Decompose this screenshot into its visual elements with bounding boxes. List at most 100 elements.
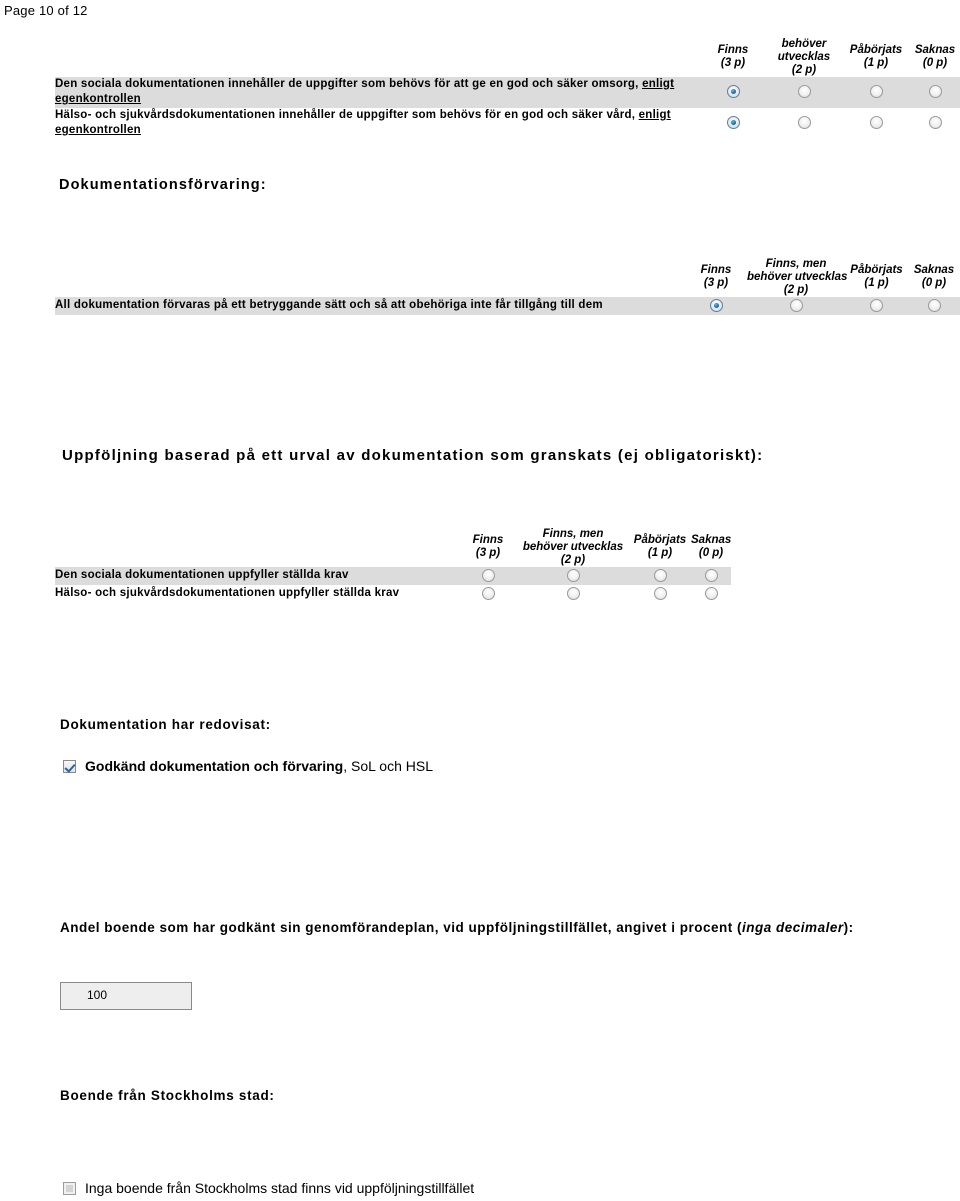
percentage-input[interactable]: 100 bbox=[60, 982, 192, 1010]
question-text-part1: Andel boende som har godkänt sin genomfö… bbox=[60, 920, 743, 935]
column-header-label-line1: Finns, men bbox=[765, 258, 827, 270]
radio-cell-paborjats[interactable] bbox=[629, 585, 691, 603]
radio-cell-saknas[interactable] bbox=[691, 567, 731, 585]
checkbox-godkand-dokumentation[interactable] bbox=[63, 760, 76, 773]
column-header-finns: Finns (3 p) bbox=[685, 258, 747, 297]
column-header-saknas: Saknas (0 p) bbox=[691, 528, 731, 567]
column-header-label: behöver utvecklas bbox=[777, 38, 831, 63]
checkbox-label: Inga boende från Stockholms stad finns v… bbox=[85, 1180, 475, 1196]
radio-paborjats[interactable] bbox=[869, 85, 883, 99]
radio-saknas[interactable] bbox=[928, 116, 942, 130]
column-header-label: Finns bbox=[717, 44, 749, 57]
radio-saknas[interactable] bbox=[927, 298, 941, 312]
radio-cell-paborjats[interactable] bbox=[629, 567, 691, 585]
table-row: All dokumentation förvaras på ett betryg… bbox=[55, 296, 960, 315]
table-row: Hälso- och sjukvårdsdokumentationen uppf… bbox=[55, 585, 731, 603]
radio-cell-behover-utvecklas[interactable] bbox=[517, 585, 629, 603]
column-header-paborjats: Påbörjats (1 p) bbox=[845, 258, 908, 297]
checkbox-inga-boende[interactable] bbox=[63, 1182, 76, 1195]
section3-header-row: Finns (3 p) Finns, men behöver utvecklas… bbox=[55, 528, 732, 567]
radio-cell-finns[interactable] bbox=[700, 77, 766, 108]
column-header-finns-men-behover-utvecklas: Finns, men behöver utvecklas (2 p) bbox=[747, 258, 848, 297]
radio-cell-finns[interactable] bbox=[685, 297, 747, 315]
radio-behover-utvecklas[interactable] bbox=[797, 85, 811, 99]
radio-paborjats[interactable] bbox=[870, 298, 883, 312]
radio-finns[interactable] bbox=[481, 568, 495, 582]
column-header-paborjats: Påbörjats (1 p) bbox=[629, 528, 691, 567]
section5-question: Andel boende som har godkänt sin genomfö… bbox=[60, 918, 918, 938]
radio-cell-saknas[interactable] bbox=[910, 77, 960, 108]
radio-cell-paborjats[interactable] bbox=[842, 77, 910, 108]
radio-cell-behover-utvecklas[interactable] bbox=[517, 567, 629, 585]
column-header-label: Finns bbox=[700, 264, 732, 277]
spacer-cell bbox=[55, 258, 685, 297]
column-header-label-line2: behöver utvecklas bbox=[747, 270, 848, 283]
section2-heading: Dokumentationsförvaring: bbox=[59, 177, 267, 193]
radio-behover-utvecklas[interactable] bbox=[797, 116, 811, 130]
radio-cell-behover-utvecklas[interactable] bbox=[766, 77, 842, 108]
radio-paborjats[interactable] bbox=[653, 586, 667, 600]
radio-behover-utvecklas[interactable] bbox=[566, 568, 580, 582]
column-header-label: Saknas bbox=[691, 534, 732, 547]
question-label: Hälso- och sjukvårdsdokumentationen inne… bbox=[55, 108, 700, 139]
radio-cell-saknas[interactable] bbox=[691, 585, 731, 603]
radio-cell-paborjats[interactable] bbox=[845, 297, 908, 315]
section2-header-row: Finns (3 p) Finns, men behöver utvecklas… bbox=[55, 258, 960, 297]
radio-behover-utvecklas[interactable] bbox=[789, 298, 803, 312]
question-label: All dokumentation förvaras på ett betryg… bbox=[55, 298, 603, 311]
section6-heading: Boende från Stockholms stad: bbox=[60, 1088, 275, 1103]
section3-heading: Uppföljning baserad på ett urval av doku… bbox=[62, 447, 764, 464]
column-header-finns: Finns (3 p) bbox=[459, 528, 517, 567]
column-header-label-line2: behöver utvecklas bbox=[522, 540, 624, 553]
radio-cell-saknas[interactable] bbox=[908, 297, 960, 315]
column-header-label: Påbörjats bbox=[633, 534, 687, 547]
radio-behover-utvecklas[interactable] bbox=[566, 586, 580, 600]
radio-saknas[interactable] bbox=[704, 586, 718, 600]
question-text: Hälso- och sjukvårdsdokumentationen inne… bbox=[55, 108, 639, 121]
column-header-points: (1 p) bbox=[864, 277, 889, 290]
radio-finns[interactable] bbox=[481, 586, 495, 600]
question-text: Den sociala dokumentationen innehåller d… bbox=[55, 77, 643, 90]
column-header-saknas: Saknas (0 p) bbox=[910, 38, 960, 77]
radio-finns[interactable] bbox=[726, 85, 740, 99]
table-row: Hälso- och sjukvårdsdokumentationen inne… bbox=[55, 108, 960, 139]
section1-header-row: Finns (3 p) behöver utvecklas (2 p) Påbö… bbox=[55, 38, 960, 77]
radio-cell-behover-utvecklas[interactable] bbox=[766, 108, 842, 139]
checkbox-label: Godkänd dokumentation och förvaring, SoL… bbox=[85, 758, 433, 775]
column-header-finns-men-behover-utvecklas: Finns, men behöver utvecklas (2 p) bbox=[517, 528, 629, 567]
table-row: Den sociala dokumentationen innehåller d… bbox=[55, 76, 960, 108]
column-header-paborjats: Påbörjats (1 p) bbox=[842, 38, 910, 77]
column-header-points: (3 p) bbox=[475, 547, 501, 560]
radio-paborjats[interactable] bbox=[653, 568, 667, 582]
column-header-points: (2 p) bbox=[791, 63, 817, 76]
column-header-points: (0 p) bbox=[922, 57, 948, 70]
column-header-behover-utvecklas: behöver utvecklas (2 p) bbox=[766, 38, 842, 77]
column-header-saknas: Saknas (0 p) bbox=[908, 258, 960, 297]
column-header-points: (1 p) bbox=[647, 547, 673, 560]
radio-cell-paborjats[interactable] bbox=[842, 108, 910, 139]
section3-table: Finns (3 p) Finns, men behöver utvecklas… bbox=[55, 528, 731, 603]
radio-cell-finns[interactable] bbox=[700, 108, 766, 139]
radio-finns[interactable] bbox=[709, 298, 723, 312]
column-header-label: Påbörjats bbox=[850, 264, 903, 277]
checkbox-row-inga-boende[interactable]: Inga boende från Stockholms stad finns v… bbox=[63, 1180, 474, 1197]
radio-cell-finns[interactable] bbox=[459, 567, 517, 585]
radio-saknas[interactable] bbox=[704, 568, 718, 582]
radio-cell-finns[interactable] bbox=[459, 585, 517, 603]
radio-cell-behover-utvecklas[interactable] bbox=[747, 297, 845, 315]
column-header-points: (2 p) bbox=[783, 283, 809, 296]
section1-table: Finns (3 p) behöver utvecklas (2 p) Påbö… bbox=[55, 38, 960, 139]
question-text-italic: inga decimaler bbox=[742, 920, 844, 935]
question-label: Den sociala dokumentationen uppfyller st… bbox=[55, 568, 349, 581]
radio-finns[interactable] bbox=[726, 116, 740, 130]
checkbox-row-godkand-dokumentation[interactable]: Godkänd dokumentation och förvaring, SoL… bbox=[63, 758, 433, 775]
spacer-cell bbox=[55, 528, 459, 567]
page-header: Page 10 of 12 bbox=[4, 3, 88, 18]
column-header-label-line1: Finns, men bbox=[542, 528, 604, 540]
radio-cell-saknas[interactable] bbox=[910, 108, 960, 139]
column-header-finns: Finns (3 p) bbox=[700, 38, 766, 77]
column-header-label: Påbörjats bbox=[849, 44, 903, 57]
radio-saknas[interactable] bbox=[928, 85, 942, 99]
checkbox-label-bold: Godkänd dokumentation och förvaring bbox=[85, 758, 344, 774]
radio-paborjats[interactable] bbox=[869, 116, 883, 130]
